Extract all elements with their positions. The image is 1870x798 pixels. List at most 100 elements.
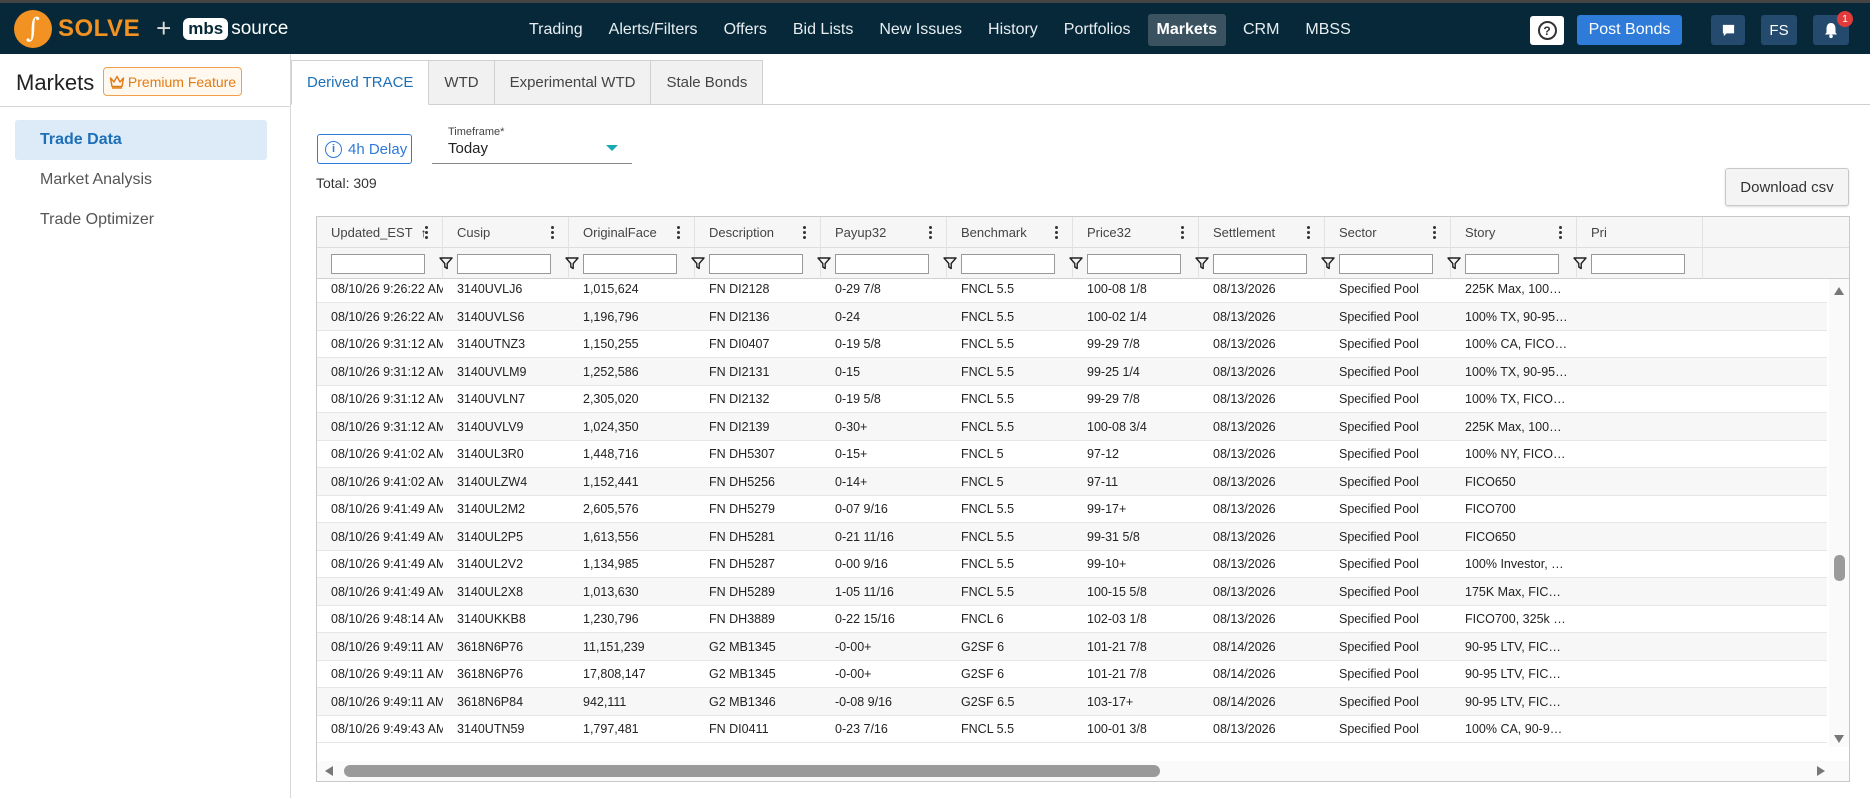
column-menu-icon[interactable] [1307,226,1310,239]
table-row[interactable]: 08/10/26 9:48:14 AM 3140UKKB8 1,230,796 FN … [317,605,1827,633]
nav-item-portfolios[interactable]: Portfolios [1055,14,1140,46]
cell-cusip: 3618N6P76 [457,639,524,654]
tab-experimental-wtd[interactable]: Experimental WTD [494,60,652,105]
column-header-originalface[interactable]: OriginalFace [569,217,695,248]
filter-cell-updated-est [317,248,453,279]
cell-payup32: 0-23 7/16 [835,722,888,736]
cell-story: 100% CA, FICO700, 100% Investor [1465,337,1577,351]
table-row[interactable]: 08/10/26 9:49:11 AM 3618N6P84 942,111 G2 MB… [317,687,1827,716]
table-row[interactable]: 08/10/26 9:49:43 AM 3140UTN59 1,797,481 FN … [317,715,1827,743]
table-row[interactable]: 08/10/26 9:31:12 AM 3140UTNZ3 1,150,255 FN … [317,330,1827,358]
delay-indicator[interactable]: i 4h Delay [317,134,412,164]
table-row[interactable]: 08/10/26 9:41:49 AM 3140UL2M2 2,605,576 FN … [317,495,1827,523]
post-bonds-button[interactable]: Post Bonds [1577,15,1682,45]
scroll-down-icon[interactable] [1834,735,1844,743]
cell-description: G2 MB1345 [709,639,776,654]
column-header-pri[interactable]: Pri [1577,217,1703,248]
help-button[interactable]: ? [1530,16,1564,45]
column-menu-icon[interactable] [677,226,680,239]
column-filter-input[interactable] [583,254,677,274]
sidebar-item-trade-optimizer[interactable]: Trade Optimizer [15,200,267,240]
tab-derived-trace[interactable]: Derived TRACE [291,60,430,105]
nav-item-markets[interactable]: Markets [1147,14,1226,46]
table-row[interactable]: 08/10/26 9:41:49 AM 3140UL2V2 1,134,985 FN … [317,550,1827,578]
column-filter-input[interactable] [331,254,425,274]
column-menu-icon[interactable] [1559,226,1562,239]
cell-benchmark: FNCL 5.5 [961,282,1015,296]
column-menu-icon[interactable] [1055,226,1058,239]
chat-icon [1722,24,1734,36]
column-header-benchmark[interactable]: Benchmark [947,217,1073,248]
horizontal-scrollbar[interactable] [317,761,1849,781]
column-header-price32[interactable]: Price32 [1073,217,1199,248]
column-header-sector[interactable]: Sector [1325,217,1451,248]
column-filter-input[interactable] [1591,254,1685,274]
column-header-payup32[interactable]: Payup32 [821,217,947,248]
nav-item-new-issues[interactable]: New Issues [870,14,971,46]
column-filter-input[interactable] [835,254,929,274]
scroll-up-icon[interactable] [1834,287,1844,295]
column-header-label: Cusip [457,225,491,240]
column-filter-input[interactable] [1213,254,1307,274]
column-filter-input[interactable] [457,254,551,274]
column-menu-icon[interactable] [1433,226,1436,239]
download-csv-button[interactable]: Download csv [1725,168,1849,206]
column-filter-input[interactable] [1339,254,1433,274]
timeframe-select[interactable]: Timeframe* Today [432,123,632,164]
column-menu-icon[interactable] [929,226,932,239]
nav-item-bid-lists[interactable]: Bid Lists [784,14,862,46]
scroll-left-icon[interactable] [325,766,333,776]
cell-settlement: 08/13/2026 [1213,337,1276,351]
column-menu-icon[interactable] [551,226,554,239]
cell-story: 100% NY, FICO700 [1465,447,1574,461]
nav-item-trading[interactable]: Trading [520,14,592,46]
nav-item-mbss[interactable]: MBSS [1296,14,1359,46]
scroll-right-icon[interactable] [1817,766,1825,776]
cell-price32: 100-08 3/4 [1087,419,1147,434]
column-header-description[interactable]: Description [695,217,821,248]
table-row[interactable]: 08/10/26 9:49:11 AM 3618N6P76 11,151,239 G2… [317,632,1827,661]
table-row[interactable]: 08/10/26 9:31:12 AM 3140UVLV9 1,024,350 FN … [317,412,1827,441]
cell-settlement: 08/14/2026 [1213,667,1276,681]
chat-button[interactable] [1711,15,1745,45]
nav-item-offers[interactable]: Offers [715,14,776,46]
table-row[interactable]: 08/10/26 9:26:22 AM 3140UVLS6 1,196,796 FN … [317,302,1827,331]
column-header-settlement[interactable]: Settlement [1199,217,1325,248]
cell-cusip: 3618N6P76 [457,667,524,681]
column-header-updated-est[interactable]: Updated_EST ↑ [317,217,443,248]
cell-price32: 99-29 7/8 [1087,337,1140,351]
table-row[interactable]: 08/10/26 9:26:22 AM 3140UVLJ6 1,015,624 FN … [317,279,1827,303]
table-row[interactable]: 08/10/26 9:41:49 AM 3140UL2X8 1,013,630 FN … [317,577,1827,606]
column-filter-input[interactable] [709,254,803,274]
column-menu-icon[interactable] [803,226,806,239]
vertical-scroll-thumb[interactable] [1834,555,1845,581]
filter-cell-settlement [1199,248,1335,279]
table-row[interactable]: 08/10/26 9:41:02 AM 3140UL3R0 1,448,716 FN … [317,440,1827,468]
table-row[interactable]: 08/10/26 9:31:12 AM 3140UVLM9 1,252,586 FN … [317,357,1827,386]
nav-item-crm[interactable]: CRM [1234,14,1288,46]
column-menu-icon[interactable] [1181,226,1184,239]
nav-item-alerts-filters[interactable]: Alerts/Filters [600,14,707,46]
sidebar-item-trade-data[interactable]: Trade Data [15,120,267,160]
column-filter-input[interactable] [1465,254,1559,274]
grid-filter-row [317,248,1849,279]
nav-item-history[interactable]: History [979,14,1047,46]
brand-logo[interactable]: ∫ SOLVE + mbs source [14,9,288,48]
table-row[interactable]: 08/10/26 9:41:49 AM 3140UL2P5 1,613,556 FN … [317,522,1827,551]
column-header-cusip[interactable]: Cusip [443,217,569,248]
table-row[interactable]: 08/10/26 9:31:12 AM 3140UVLN7 2,305,020 FN … [317,385,1827,413]
table-row[interactable]: 08/10/26 9:41:02 AM 3140ULZW4 1,152,441 FN … [317,467,1827,496]
column-filter-input[interactable] [1087,254,1181,274]
user-menu-button[interactable]: FS [1761,15,1797,45]
tab-stale-bonds[interactable]: Stale Bonds [651,60,764,105]
column-menu-icon[interactable] [425,226,428,239]
table-row[interactable]: 08/10/26 9:49:11 AM 3618N6P76 17,808,147 G2… [317,660,1827,688]
horizontal-scroll-thumb[interactable] [344,765,1160,777]
filter-cell-sector [1325,248,1461,279]
filter-cell-pri [1577,248,1703,279]
column-filter-input[interactable] [961,254,1055,274]
column-header-story[interactable]: Story [1451,217,1577,248]
tab-wtd[interactable]: WTD [429,60,495,105]
sidebar-item-market-analysis[interactable]: Market Analysis [15,160,267,200]
vertical-scrollbar[interactable] [1829,279,1849,747]
